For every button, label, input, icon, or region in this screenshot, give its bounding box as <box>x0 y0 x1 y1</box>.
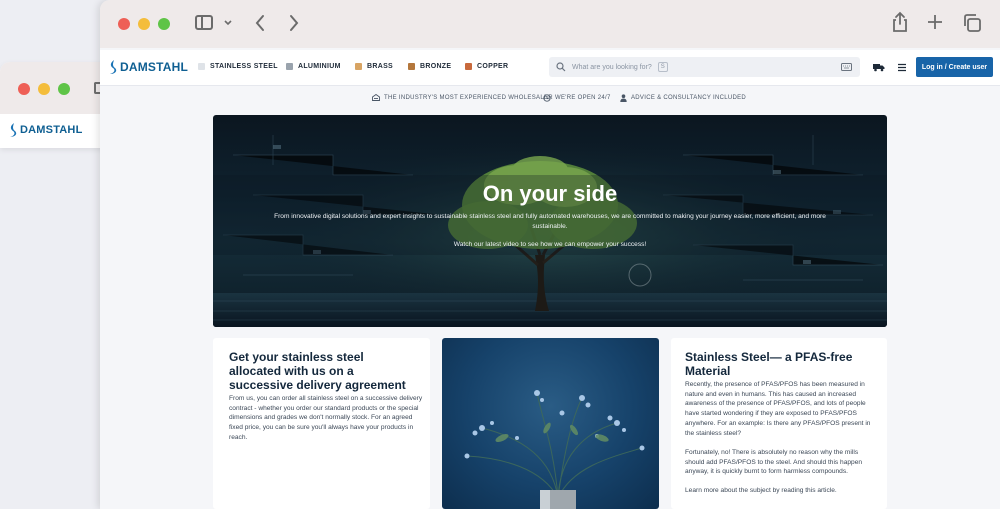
hero-title: On your side <box>482 181 618 206</box>
nav-label: ALUMINIUM <box>298 63 341 70</box>
browser-window: DAMSTAHL STAINLESS STEEL ALUMINIUM BRASS… <box>100 0 1000 509</box>
flower-vase-illustration <box>464 390 645 509</box>
card-title: Stainless Steel— a PFAS-free Material <box>685 350 853 378</box>
nav-item-bronze[interactable]: BRONZE <box>408 63 451 70</box>
card-successive-delivery[interactable]: Get your stainless steel allocated with … <box>213 338 430 509</box>
nav-item-aluminium[interactable]: ALUMINIUM <box>286 63 341 70</box>
search-icon <box>556 62 566 72</box>
delivery-truck-icon[interactable] <box>873 63 885 72</box>
card-article-link[interactable]: Learn more about the subject by reading … <box>685 486 877 496</box>
damstahl-logo-icon <box>110 60 117 74</box>
nav-label: BRONZE <box>420 63 452 70</box>
minimize-window-button[interactable] <box>38 83 50 95</box>
share-icon[interactable] <box>891 11 909 33</box>
background-logo-text: DAMSTAHL <box>20 124 83 136</box>
card-title: Get your stainless steel allocated with … <box>229 350 406 392</box>
new-tab-plus-icon[interactable] <box>927 14 943 30</box>
copper-swatch-icon <box>465 63 472 70</box>
hero-banner: On your side From innovative digital sol… <box>213 115 887 327</box>
usp-item-wholesaler: THE INDUSTRY'S MOST EXPERIENCED WHOLESAL… <box>372 94 553 101</box>
damstahl-logo-icon <box>10 123 17 137</box>
nav-label: COPPER <box>477 63 509 70</box>
card-paragraph-2: Fortunately, no! There is absolutely no … <box>685 449 863 476</box>
site-header: DAMSTAHL STAINLESS STEEL ALUMINIUM BRASS… <box>100 50 1000 86</box>
back-arrow-icon[interactable] <box>254 14 266 32</box>
forward-arrow-icon[interactable] <box>288 14 300 32</box>
usp-item-open-24-7: WE'RE OPEN 24/7 <box>543 94 611 102</box>
damstahl-logo[interactable]: DAMSTAHL <box>108 59 188 75</box>
sidebar-toggle-icon[interactable] <box>195 15 213 30</box>
search-shortcut-hint: S <box>657 62 668 72</box>
browser-titlebar <box>100 0 1000 48</box>
stainless-steel-swatch-icon <box>198 63 205 70</box>
aluminium-swatch-icon <box>286 63 293 70</box>
card-pfas-free[interactable]: Stainless Steel— a PFAS-free Material Re… <box>671 338 887 509</box>
card-body: From us, you can order all stainless ste… <box>229 395 423 441</box>
close-window-button[interactable] <box>18 83 30 95</box>
card-paragraph-1: Recently, the presence of PFAS/PFOS has … <box>685 381 871 437</box>
chevron-down-icon[interactable] <box>223 18 233 28</box>
nav-item-brass[interactable]: BRASS <box>355 63 393 70</box>
consultant-icon <box>620 94 627 102</box>
brass-swatch-icon <box>355 63 362 70</box>
tab-overview-icon[interactable] <box>962 13 982 33</box>
nav-label: BRASS <box>367 63 394 70</box>
nav-label: STAINLESS STEEL <box>210 63 278 70</box>
usp-item-advice: ADVICE & CONSULTANCY INCLUDED <box>620 94 746 102</box>
nav-item-stainless-steel[interactable]: STAINLESS STEEL <box>198 63 278 70</box>
login-create-user-button[interactable]: Log in / Create user <box>916 57 993 77</box>
usp-text: ADVICE & CONSULTANCY INCLUDED <box>631 95 747 101</box>
minimize-window-button[interactable] <box>138 18 150 30</box>
hero-video-cta[interactable]: Watch our latest video to see how we can… <box>213 241 887 248</box>
usp-text: THE INDUSTRY'S MOST EXPERIENCED WHOLESAL… <box>384 94 553 101</box>
zoom-window-button[interactable] <box>58 83 70 95</box>
keyboard-icon[interactable] <box>841 63 852 71</box>
warehouse-icon <box>372 94 380 101</box>
usp-bar: THE INDUSTRY'S MOST EXPERIENCED WHOLESAL… <box>100 94 1000 106</box>
zoom-window-button[interactable] <box>158 18 170 30</box>
nav-item-copper[interactable]: COPPER <box>465 63 508 70</box>
background-logo: DAMSTAHL <box>8 122 83 138</box>
search-input[interactable]: What are you looking for? S <box>549 57 860 77</box>
usp-text: WE'RE OPEN 24/7 <box>555 95 611 101</box>
vase-flowers-image <box>442 338 659 509</box>
logo-text: DAMSTAHL <box>120 60 189 74</box>
clock-icon <box>543 94 551 102</box>
close-window-button[interactable] <box>118 18 130 30</box>
search-placeholder: What are you looking for? <box>572 63 652 71</box>
hamburger-menu-icon[interactable] <box>897 63 907 72</box>
bronze-swatch-icon <box>408 63 415 70</box>
hero-subtitle: From innovative digital solutions and ex… <box>274 213 826 230</box>
